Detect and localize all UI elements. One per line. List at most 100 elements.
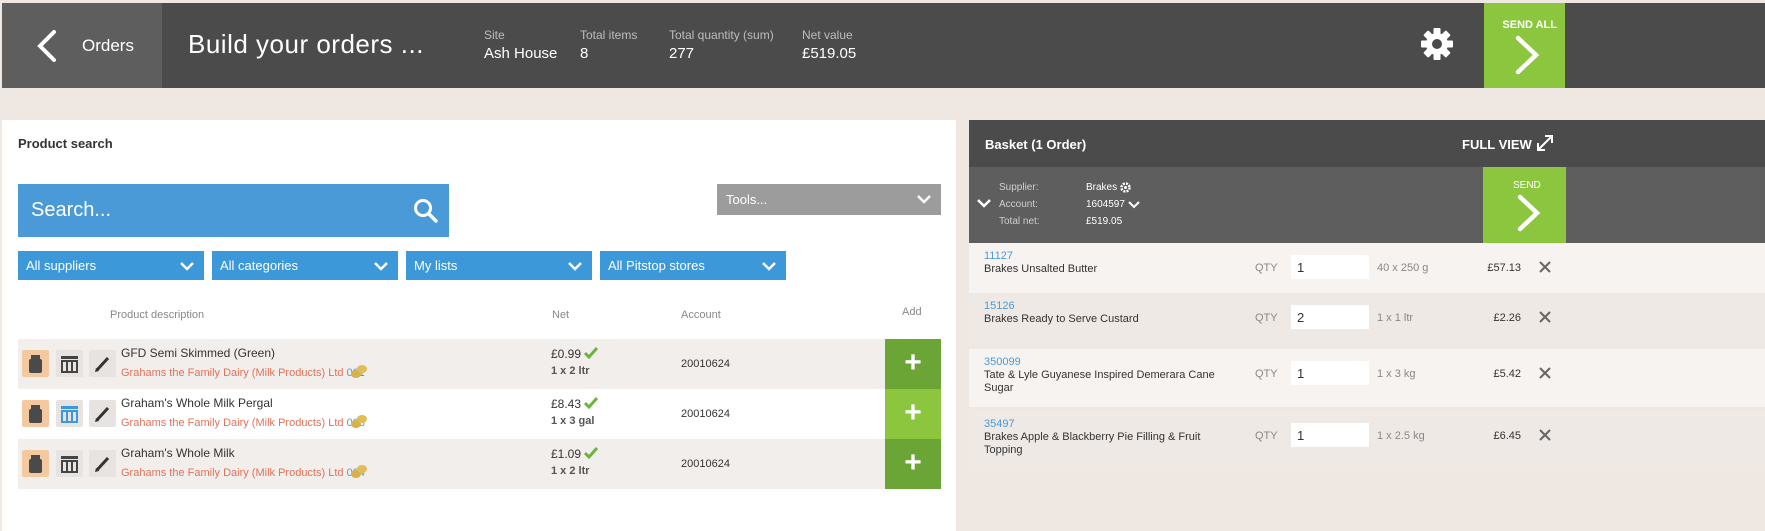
filter-label: My lists [414, 258, 458, 273]
filter-categories[interactable]: All categories [212, 251, 398, 280]
filter-my-lists[interactable]: My lists [406, 251, 592, 280]
add-product-button[interactable]: + [885, 389, 941, 439]
supplier-label: Supplier: [999, 182, 1039, 193]
milk-bottle-icon [29, 355, 42, 373]
basket-item-pack: 1 x 2.5 kg [1377, 430, 1425, 442]
product-image-icon[interactable] [22, 450, 49, 477]
product-supplier: Grahams the Family Dairy (Milk Products)… [121, 417, 365, 429]
quantity-field[interactable] [1291, 305, 1369, 329]
basket-line: 35497 Brakes Apple & Blackberry Pie Fill… [969, 411, 1765, 471]
product-account: 20010624 [681, 458, 730, 470]
expand-icon[interactable] [1536, 134, 1554, 152]
send-all-label: SEND ALL [1502, 19, 1557, 31]
close-icon[interactable] [1538, 310, 1552, 324]
chevron-right-icon [1517, 194, 1541, 232]
edit-button[interactable] [89, 450, 116, 477]
edit-button[interactable] [89, 350, 116, 377]
column-header-add: Add [902, 306, 922, 318]
page-title: Build your orders ... [188, 29, 424, 59]
search-icon[interactable] [413, 198, 439, 224]
product-image-icon[interactable] [22, 350, 49, 377]
pencil-icon [95, 406, 110, 422]
chevron-down-icon[interactable] [1128, 201, 1140, 209]
close-icon[interactable] [1538, 428, 1552, 442]
quantity-field[interactable] [1291, 423, 1369, 447]
chevron-down-icon[interactable] [977, 199, 991, 208]
add-product-button[interactable]: + [885, 439, 941, 489]
add-product-button[interactable]: + [885, 339, 941, 389]
stat-site: Site Ash House [484, 28, 557, 62]
product-supplier: Grahams the Family Dairy (Milk Products)… [121, 467, 365, 479]
gear-icon[interactable] [1120, 182, 1131, 193]
basket-item-code[interactable]: 11127 [984, 250, 1013, 262]
chevron-left-icon [37, 30, 56, 62]
store-icon[interactable] [56, 400, 83, 427]
filter-stores[interactable]: All Pitstop stores [600, 251, 786, 280]
chevron-down-icon [917, 195, 931, 204]
supplier-value: Brakes [1086, 182, 1118, 193]
product-name: Graham's Whole Milk [121, 446, 235, 460]
chevron-down-icon [568, 262, 582, 271]
product-pack: 1 x 2 ltr [551, 465, 590, 477]
basket-item-price: £2.26 [1493, 312, 1521, 324]
product-search-title: Product search [18, 136, 113, 151]
store-shelf-icon [61, 456, 78, 473]
basket-item-code[interactable]: 15126 [984, 300, 1015, 312]
account-value: 1604597 [1086, 199, 1125, 210]
qty-label: QTY [1255, 262, 1278, 274]
basket-item-name: Brakes Unsalted Butter [984, 263, 1098, 275]
product-name: Graham's Whole Milk Pergal [121, 396, 273, 410]
close-icon[interactable] [1538, 260, 1552, 274]
chevron-down-icon [180, 262, 194, 271]
top-header: Orders Build your orders ... Site Ash Ho… [2, 3, 1765, 88]
store-shelf-icon [61, 406, 78, 423]
basket-item-pack: 1 x 3 kg [1377, 368, 1416, 380]
plus-icon: + [904, 396, 922, 429]
store-icon[interactable] [56, 350, 83, 377]
quantity-field[interactable] [1291, 361, 1369, 385]
basket-item-name: Brakes Apple & Blackberry Pie Filling & … [984, 431, 1201, 456]
basket-line: 350099 Tate & Lyle Guyanese Inspired Dem… [969, 349, 1765, 407]
product-image-icon[interactable] [22, 400, 49, 427]
chevron-down-icon [374, 262, 388, 271]
filter-suppliers[interactable]: All suppliers [18, 251, 204, 280]
send-all-button[interactable]: SEND ALL [1484, 3, 1565, 88]
column-header-net: Net [552, 309, 570, 321]
supplier-name: Grahams the Family Dairy (Milk Products)… [121, 417, 344, 429]
store-shelf-icon [61, 356, 78, 373]
basket-line: 15126 Brakes Ready to Serve Custard QTY … [969, 293, 1765, 343]
stat-value: 8 [580, 45, 589, 62]
search-input[interactable] [18, 184, 411, 237]
product-pack: 1 x 3 gal [551, 415, 595, 427]
total-net-label: Total net: [999, 216, 1040, 227]
milk-bottle-icon [29, 455, 42, 473]
basket-item-price: £57.13 [1487, 262, 1521, 274]
net-value: £8.43 [551, 397, 582, 411]
product-account: 20010624 [681, 358, 730, 370]
stat-value: 277 [669, 45, 695, 62]
column-header-account: Account [681, 309, 721, 321]
full-view-button[interactable]: FULL VIEW [1462, 137, 1532, 152]
basket-item-code[interactable]: 350099 [984, 356, 1021, 368]
qty-label: QTY [1255, 312, 1278, 324]
tools-label: Tools... [726, 192, 768, 207]
chevron-down-icon [762, 262, 776, 271]
basket-line: 11127 Brakes Unsalted Butter QTY 40 x 25… [969, 243, 1765, 293]
send-order-button[interactable]: SEND [1483, 167, 1566, 243]
store-icon[interactable] [56, 450, 83, 477]
basket-item-code[interactable]: 35497 [984, 418, 1015, 430]
quantity-field[interactable] [1291, 255, 1369, 279]
filter-label: All categories [220, 258, 299, 273]
total-net-value: £519.05 [1086, 216, 1123, 227]
gear-icon[interactable] [1420, 27, 1454, 61]
column-header-description: Product description [110, 309, 205, 321]
tools-dropdown[interactable]: Tools... [717, 184, 941, 215]
qty-label: QTY [1255, 430, 1278, 442]
stat-label: Site [484, 28, 505, 42]
back-to-orders-button[interactable]: Orders [2, 3, 162, 88]
edit-button[interactable] [89, 400, 116, 427]
close-icon[interactable] [1538, 366, 1552, 380]
coins-icon [351, 365, 367, 378]
product-net-price: £0.99 [551, 347, 599, 361]
plus-icon: + [904, 346, 922, 379]
